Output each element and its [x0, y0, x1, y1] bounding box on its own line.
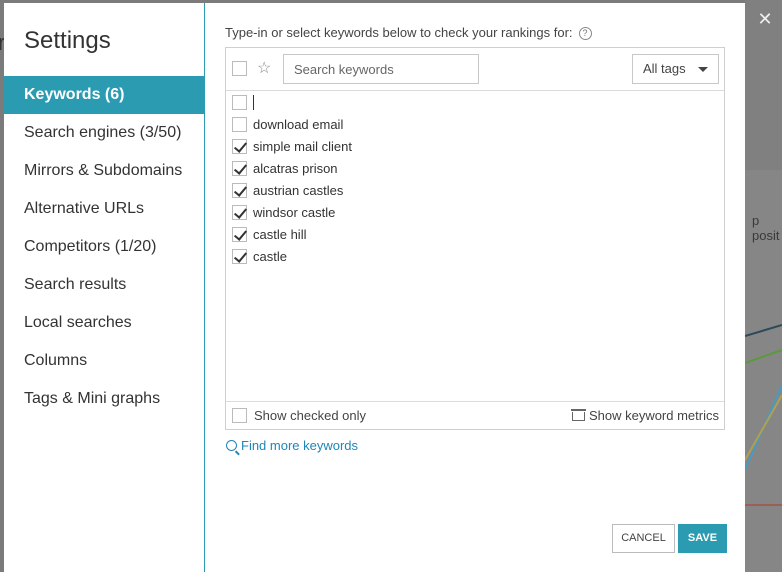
text-cursor[interactable]	[253, 95, 254, 110]
chevron-down-icon	[698, 67, 708, 72]
save-button[interactable]: SAVE	[678, 524, 727, 553]
keyword-label: download email	[253, 117, 344, 132]
help-icon[interactable]: ?	[578, 27, 592, 40]
keywords-panel: Type-in or select keywords below to chec…	[206, 3, 745, 572]
sidebar-item-tags-mini-graphs[interactable]: Tags & Mini graphs	[4, 380, 204, 418]
keywords-toolbar: ☆ All tags	[226, 48, 724, 91]
list-item: alcatras prison	[226, 158, 724, 180]
show-checked-only-label[interactable]: Show checked only	[254, 408, 366, 423]
keyword-checkbox[interactable]	[232, 139, 247, 154]
keyword-label: windsor castle	[253, 205, 336, 220]
basket-icon	[570, 409, 586, 421]
show-keyword-metrics-link[interactable]: Show keyword metrics	[570, 408, 719, 423]
keyword-label: simple mail client	[253, 139, 352, 154]
show-keyword-metrics-label: Show keyword metrics	[588, 408, 719, 423]
sidebar-item-mirrors-subdomains[interactable]: Mirrors & Subdomains	[4, 152, 204, 190]
sidebar-item-alternative-urls[interactable]: Alternative URLs	[4, 190, 204, 228]
keyword-checkbox[interactable]	[232, 249, 247, 264]
list-item: windsor castle	[226, 202, 724, 224]
tags-select-value: All tags	[643, 61, 686, 76]
find-more-keywords-label: Find more keywords	[241, 438, 359, 453]
list-item: castle	[226, 246, 724, 268]
keyword-label: alcatras prison	[253, 161, 338, 176]
keyword-checkbox[interactable]	[232, 227, 247, 242]
settings-title: Settings	[24, 27, 111, 54]
keywords-hint-text: Type-in or select keywords below to chec…	[225, 25, 573, 40]
tags-select[interactable]: All tags	[632, 54, 719, 84]
select-all-checkbox[interactable]	[232, 61, 247, 76]
keywords-footer: Show checked only Show keyword metrics	[226, 401, 724, 429]
find-more-keywords-link[interactable]: Find more keywords	[226, 438, 358, 453]
star-icon[interactable]: ☆	[257, 60, 271, 78]
background-text: p posit	[752, 213, 780, 243]
keyword-checkbox[interactable]	[232, 205, 247, 220]
list-item: castle hill	[226, 224, 724, 246]
sidebar-item-competitors[interactable]: Competitors (1/20)	[4, 228, 204, 266]
list-item: download email	[226, 114, 724, 136]
sidebar-item-keywords[interactable]: Keywords (6)	[4, 76, 204, 114]
search-input[interactable]	[283, 54, 479, 84]
keyword-checkbox[interactable]	[232, 161, 247, 176]
keyword-label: castle	[253, 249, 287, 264]
cancel-button[interactable]: CANCEL	[612, 524, 675, 553]
sidebar-item-local-searches[interactable]: Local searches	[4, 304, 204, 342]
sidebar-item-search-results[interactable]: Search results	[4, 266, 204, 304]
list-item: austrian castles	[226, 180, 724, 202]
search-plus-icon	[226, 440, 237, 451]
keywords-hint: Type-in or select keywords below to chec…	[225, 25, 592, 40]
settings-sidebar: Settings Keywords (6) Search engines (3/…	[4, 3, 205, 572]
show-checked-only-checkbox[interactable]	[232, 408, 247, 423]
keyword-label: austrian castles	[253, 183, 344, 198]
sidebar-item-columns[interactable]: Columns	[4, 342, 204, 380]
keyword-checkbox[interactable]	[232, 117, 247, 132]
list-item	[226, 92, 724, 114]
list-item: simple mail client	[226, 136, 724, 158]
close-icon[interactable]: ✕	[752, 6, 778, 32]
keyword-checkbox[interactable]	[232, 183, 247, 198]
keyword-label: castle hill	[253, 227, 307, 242]
keywords-box: ☆ All tags download email simple mail cl…	[225, 47, 725, 430]
keyword-checkbox[interactable]	[232, 95, 247, 110]
sidebar-item-search-engines[interactable]: Search engines (3/50)	[4, 114, 204, 152]
settings-modal: Settings Keywords (6) Search engines (3/…	[4, 3, 745, 572]
